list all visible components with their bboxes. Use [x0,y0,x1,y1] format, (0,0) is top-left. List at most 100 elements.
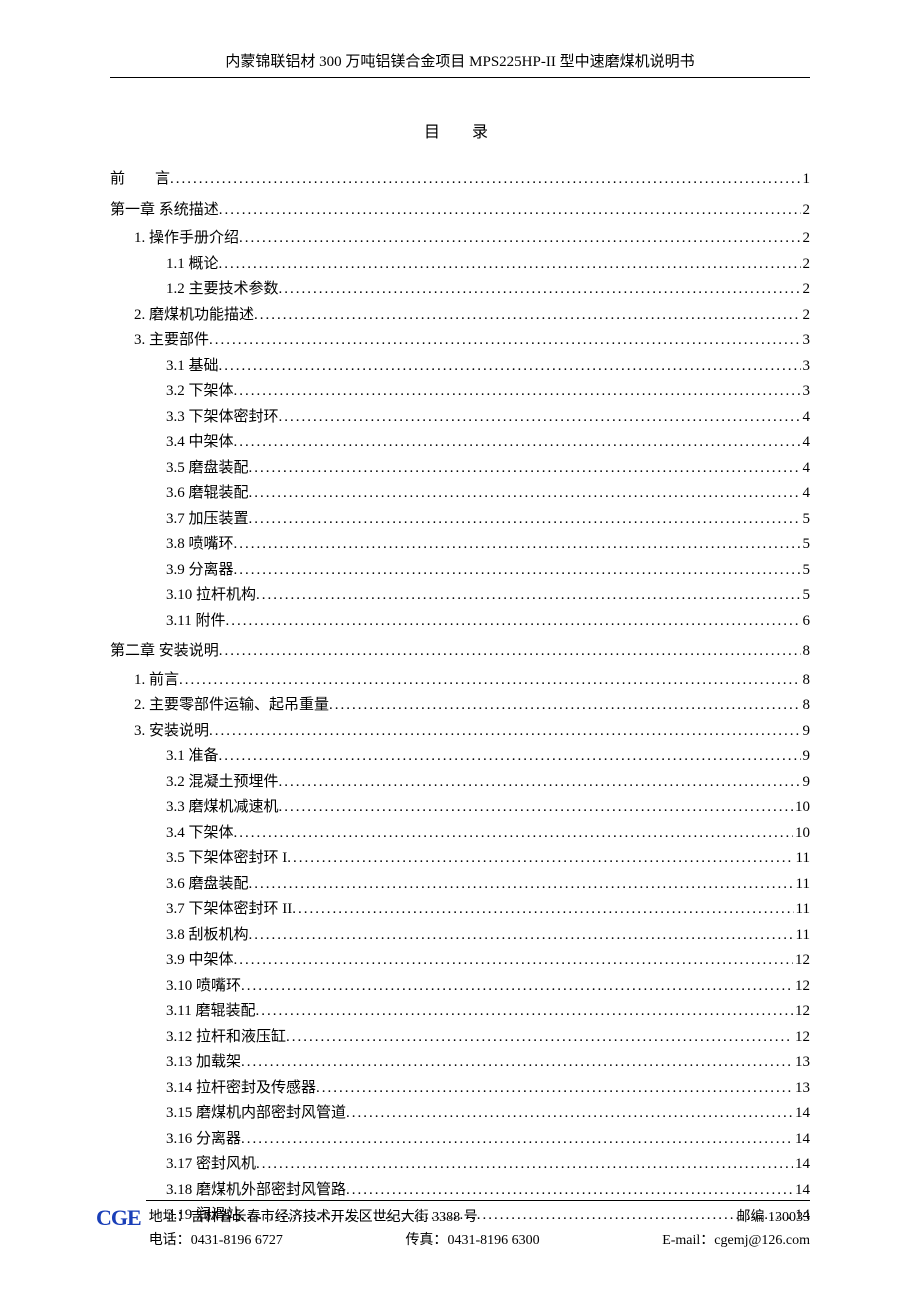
toc-entry-label: 3.7 加压装置 [166,507,249,533]
toc-entry: 1.1 概论2 [110,252,810,278]
toc-entry-label: 3.6 磨辊装配 [166,481,249,507]
toc-leader-dots [219,252,801,278]
toc-entry-label: 3.5 下架体密封环 I [166,846,287,872]
toc-entry: 3.10 拉杆机构5 [110,583,810,609]
toc-entry-label: 3.13 加载架 [166,1050,241,1076]
toc-entry-page: 12 [793,948,810,974]
page-footer: CGE 地址：吉林省长春市经济技术开发区世纪大街 3388 号 邮编 13003… [96,1200,810,1252]
toc-leader-dots [249,872,794,898]
toc-leader-dots [255,999,793,1025]
toc-leader-dots [292,897,793,923]
toc-entry: 3.8 喷嘴环5 [110,532,810,558]
toc-leader-dots [279,405,801,431]
toc-entry: 第一章 系统描述2 [110,198,810,224]
toc-entry-page: 2 [801,226,811,252]
toc-entry: 1. 操作手册介绍 2 [110,226,810,252]
toc-leader-dots [234,532,801,558]
toc-leader-dots [279,277,801,303]
toc-entry-page: 4 [801,405,811,431]
toc-entry: 3.5 磨盘装配4 [110,456,810,482]
toc-leader-dots [234,430,801,456]
toc-leader-dots [209,719,800,745]
toc-entry-page: 3 [801,354,811,380]
toc-entry-page: 8 [801,693,811,719]
toc-leader-dots [241,974,793,1000]
toc-leader-dots [219,744,801,770]
toc-entry: 3.8 刮板机构11 [110,923,810,949]
toc-leader-dots [234,948,793,974]
toc-entry-page: 11 [794,897,810,923]
toc-entry: 1.2 主要技术参数 2 [110,277,810,303]
toc-leader-dots [256,1152,793,1178]
toc-entry: 3.1 基础3 [110,354,810,380]
toc-entry-label: 1. 操作手册介绍 [134,226,239,252]
toc-entry-page: 3 [801,328,811,354]
toc-entry-page: 3 [801,379,811,405]
toc-leader-dots [209,328,800,354]
toc-entry: 3.2 下架体3 [110,379,810,405]
toc-entry-label: 3. 主要部件 [134,328,209,354]
toc-entry-page: 12 [793,999,810,1025]
toc-entry-page: 11 [794,846,810,872]
toc-entry-label: 2. 磨煤机功能描述 [134,303,254,329]
toc-leader-dots [170,167,800,193]
toc-entry-label: 1.2 主要技术参数 [166,277,279,303]
toc-leader-dots [234,558,801,584]
toc-entry: 3.3 磨煤机减速机10 [110,795,810,821]
toc-entry-page: 11 [794,923,810,949]
toc-entry-page: 5 [801,507,811,533]
toc-entry: 2. 磨煤机功能描述2 [110,303,810,329]
toc-entry-label: 3.1 准备 [166,744,219,770]
toc-entry-page: 4 [801,481,811,507]
toc-entry-label: 3.16 分离器 [166,1127,241,1153]
toc-leader-dots [279,795,793,821]
toc-entry-label: 3.3 下架体密封环 [166,405,279,431]
toc-entry-label: 3. 安装说明 [134,719,209,745]
toc-entry: 3.11 附件6 [110,609,810,635]
page-header: 内蒙锦联铝材 300 万吨铝镁合金项目 MPS225HP-II 型中速磨煤机说明… [110,50,810,77]
toc-entry: 第二章 安装说明8 [110,639,810,665]
toc-entry-label: 3.10 拉杆机构 [166,583,256,609]
toc-entry-label: 3.12 拉杆和液压缸 [166,1025,286,1051]
toc-entry-page: 12 [793,974,810,1000]
toc-entry-page: 5 [801,558,811,584]
toc-leader-dots [329,693,800,719]
toc-entry: 1. 前言8 [110,668,810,694]
toc-entry-page: 6 [801,609,811,635]
toc-entry: 3.4 下架体10 [110,821,810,847]
toc-entry-label: 3.9 分离器 [166,558,234,584]
toc-leader-dots [346,1101,793,1127]
toc-entry: 3.9 分离器 5 [110,558,810,584]
toc-entry-label: 前 言 [110,167,170,193]
toc-entry: 3.14 拉杆密封及传感器13 [110,1076,810,1102]
toc-entry-page: 14 [793,1178,810,1204]
toc-entry-page: 13 [793,1050,810,1076]
toc-leader-dots [225,609,800,635]
footer-zip: 邮编 130033 [737,1207,811,1229]
toc-leader-dots [287,846,793,872]
toc-entry-page: 9 [801,719,811,745]
toc-entry: 3.1 准备9 [110,744,810,770]
toc-entry: 2. 主要零部件运输、起吊重量8 [110,693,810,719]
toc-entry-page: 2 [801,277,811,303]
toc-entry-label: 第一章 系统描述 [110,198,219,224]
toc-leader-dots [219,639,801,665]
toc-entry-label: 1.1 概论 [166,252,219,278]
toc-leader-dots [179,668,800,694]
toc-entry-label: 3.5 磨盘装配 [166,456,249,482]
toc-entry-label: 第二章 安装说明 [110,639,219,665]
toc-leader-dots [219,198,801,224]
toc-entry-label: 3.18 磨煤机外部密封风管路 [166,1178,346,1204]
toc-entry-page: 14 [793,1152,810,1178]
toc-entry-page: 1 [801,167,811,193]
toc-entry-page: 10 [793,795,810,821]
table-of-contents: 前 言1第一章 系统描述21. 操作手册介绍21.1 概论21.2 主要技术参数… [110,167,810,1229]
footer-phone: 电话：0431-8196 6727 [149,1230,283,1252]
toc-entry: 3. 主要部件 3 [110,328,810,354]
toc-entry: 3.18 磨煤机外部密封风管路 14 [110,1178,810,1204]
toc-entry: 3.9 中架体12 [110,948,810,974]
toc-entry: 3.6 磨盘装配11 [110,872,810,898]
toc-entry-label: 3.11 磨辊装配 [166,999,255,1025]
toc-leader-dots [286,1025,793,1051]
toc-entry-label: 1. 前言 [134,668,179,694]
